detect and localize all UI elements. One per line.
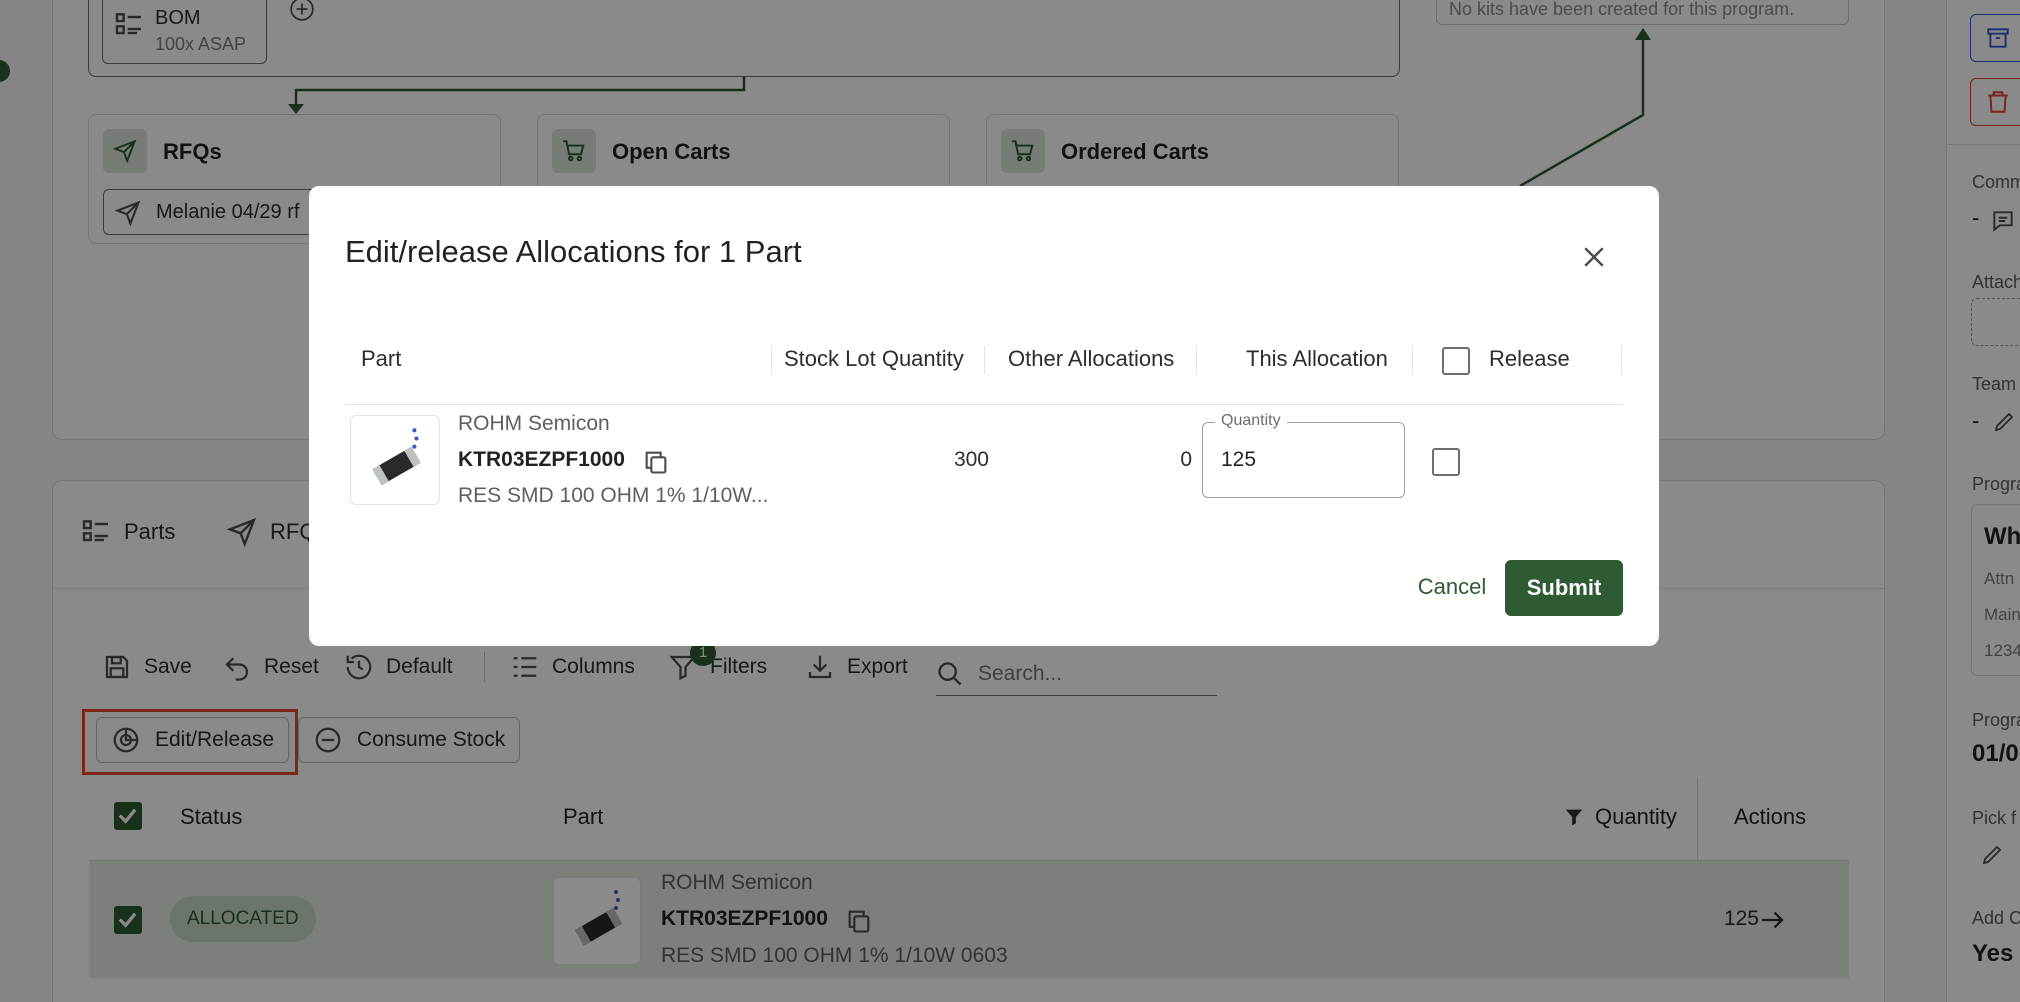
- dialog-title: Edit/release Allocations for 1 Part: [345, 234, 802, 269]
- part-thumbnail: [350, 415, 440, 505]
- col-separator: [771, 346, 772, 374]
- col-separator: [1196, 346, 1197, 374]
- th-this-alloc: This Allocation: [1246, 346, 1388, 371]
- submit-button[interactable]: Submit: [1505, 560, 1623, 616]
- close-icon[interactable]: [1579, 242, 1609, 272]
- quantity-field[interactable]: Quantity: [1202, 412, 1405, 498]
- modal-description: RES SMD 100 OHM 1% 1/10W...: [458, 484, 769, 507]
- modal-stock-lot-qty: 300: [953, 448, 989, 471]
- th-release: Release: [1489, 346, 1570, 371]
- col-separator: [1412, 346, 1413, 374]
- copy-icon[interactable]: [642, 448, 670, 476]
- release-all-checkbox[interactable]: [1442, 347, 1470, 375]
- quantity-input[interactable]: [1221, 443, 1391, 477]
- edit-allocations-dialog: Edit/release Allocations for 1 Part Part…: [309, 186, 1659, 646]
- th-part: Part: [361, 346, 402, 371]
- col-separator: [1621, 346, 1622, 374]
- cancel-button[interactable]: Cancel: [1401, 560, 1503, 614]
- modal-manufacturer: ROHM Semicon: [458, 412, 610, 435]
- modal-part-number[interactable]: KTR03EZPF1000: [458, 448, 625, 472]
- header-divider: [345, 404, 1623, 405]
- release-row-checkbox[interactable]: [1432, 448, 1460, 476]
- col-separator: [984, 346, 985, 374]
- modal-other-alloc: 0: [1180, 448, 1192, 471]
- th-stock-lot-qty: Stock Lot Quantity: [784, 346, 964, 371]
- resistor-chip-icon: [372, 428, 421, 486]
- quantity-field-label: Quantity: [1215, 412, 1287, 430]
- th-other-alloc: Other Allocations: [1008, 346, 1175, 371]
